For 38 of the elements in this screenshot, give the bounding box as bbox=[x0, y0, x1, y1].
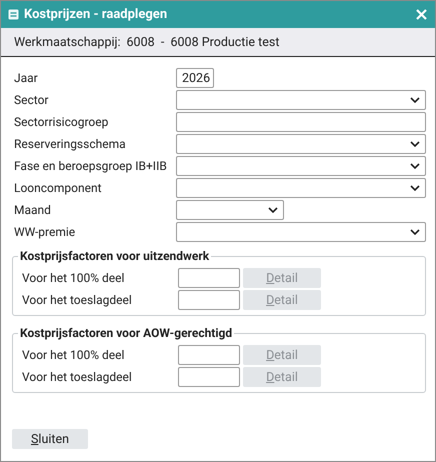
input-field[interactable] bbox=[178, 367, 240, 387]
input-field[interactable] bbox=[178, 290, 240, 310]
dropdown[interactable] bbox=[176, 222, 426, 242]
header-label: Werkmaatschappij: bbox=[14, 34, 121, 50]
input-field[interactable] bbox=[176, 112, 426, 132]
field-label: Looncomponent bbox=[13, 181, 103, 195]
group-title: Kostprijsfactoren voor AOW-gerechtigd bbox=[19, 326, 234, 340]
group-title: Kostprijsfactoren voor uitzendwerk bbox=[19, 249, 210, 263]
close-dialog-button[interactable]: Sluiten bbox=[12, 429, 88, 449]
dropdown[interactable] bbox=[176, 90, 426, 110]
field-label: Sector bbox=[13, 93, 50, 107]
close-button[interactable] bbox=[416, 9, 427, 20]
caret-icon bbox=[410, 97, 420, 103]
field-label: Reserveringsschema bbox=[13, 137, 127, 151]
field-label: WW-premie bbox=[13, 225, 76, 239]
caret-icon bbox=[410, 141, 420, 147]
field-label: Voor het toeslagdeel bbox=[22, 370, 133, 384]
field-label: Jaar bbox=[13, 71, 39, 85]
dropdown[interactable] bbox=[176, 178, 426, 198]
dropdown[interactable] bbox=[176, 156, 426, 176]
field-label: Maand bbox=[13, 203, 52, 217]
caret-icon bbox=[410, 185, 420, 191]
caret-icon bbox=[410, 229, 420, 235]
input-field[interactable]: 2026 bbox=[176, 68, 214, 88]
header-value: 6008 - 6008 Productie test bbox=[126, 34, 280, 50]
field-label: Sectorrisicogroep bbox=[13, 115, 110, 129]
input-field[interactable] bbox=[178, 345, 240, 365]
field-label: Voor het toeslagdeel bbox=[22, 293, 133, 307]
dropdown[interactable] bbox=[176, 200, 284, 220]
field-label: Voor het 100% deel bbox=[22, 271, 126, 285]
dropdown[interactable] bbox=[176, 134, 426, 154]
field-label: Fase en beroepsgroep IB+IIB bbox=[13, 159, 168, 173]
caret-icon bbox=[268, 207, 278, 213]
input-field[interactable] bbox=[178, 268, 240, 288]
window-icon bbox=[8, 9, 19, 20]
field-label: Voor het 100% deel bbox=[22, 348, 126, 362]
window-title: Kostprijzen - raadplegen bbox=[24, 7, 168, 22]
caret-icon bbox=[410, 163, 420, 169]
